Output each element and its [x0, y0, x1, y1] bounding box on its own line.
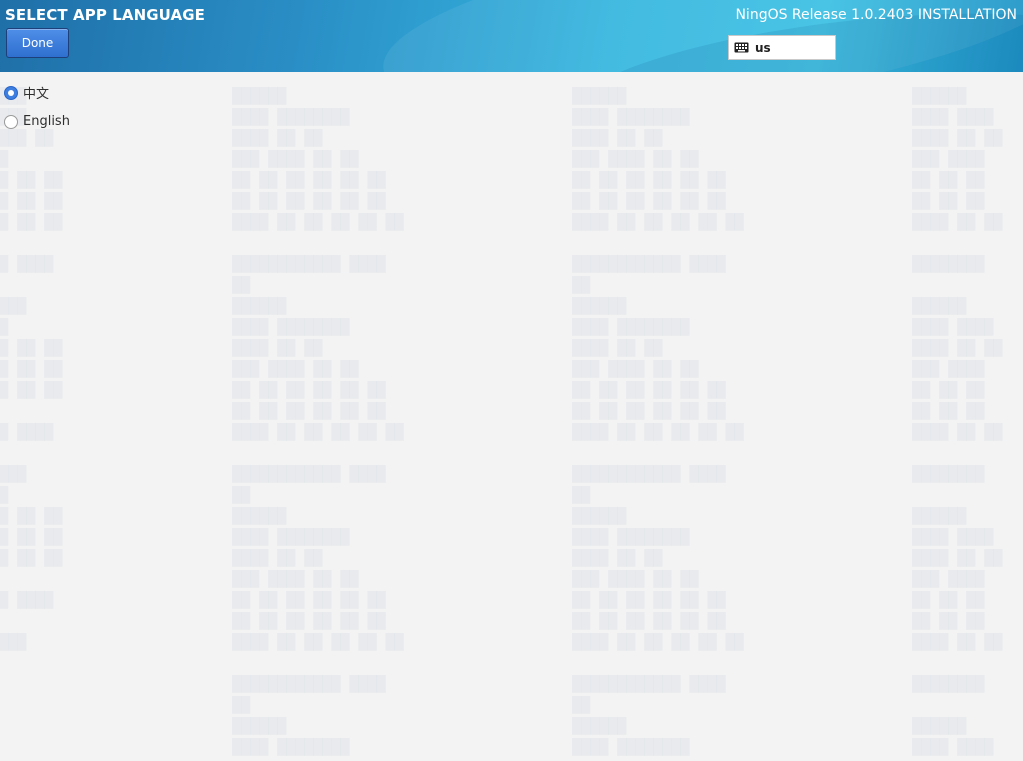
keyboard-icon	[734, 42, 749, 53]
product-title: NingOS Release 1.0.2403 INSTALLATION	[735, 7, 1017, 23]
language-option-english[interactable]: English	[0, 107, 70, 136]
top-bar: SELECT APP LANGUAGE Done NingOS Release …	[0, 0, 1023, 72]
watermark-column: ██████ ████ ████ ████ ██ ██ ███ ████ ██ …	[912, 87, 1003, 756]
keyboard-layout-label: us	[755, 40, 771, 55]
watermark-column: ███ █ █ █ █ █ █ ██ █ ██ ██ █ █ █ █ █ █ ██ ██ ██ █…	[0, 87, 63, 651]
language-label: 中文	[23, 87, 50, 102]
watermark-column: ██████ ████ ████████ ████ ██ ██ ███ ████…	[572, 87, 744, 756]
done-button[interactable]: Done	[6, 28, 69, 58]
keyboard-layout-indicator[interactable]: us	[728, 35, 836, 60]
language-label: English	[23, 114, 70, 129]
radio-button[interactable]	[4, 114, 18, 129]
background-watermark: ███ █ █ █ █ █ █ ██ █ ██ ██ █ █ █ █ █ █ ██ ██ ██ █…	[0, 72, 1023, 761]
page-title: SELECT APP LANGUAGE	[5, 6, 205, 24]
language-option-chinese[interactable]: 中文	[0, 78, 70, 107]
language-list: 中文 English	[0, 78, 70, 136]
watermark-column: ██████ ████ ████████ ████ ██ ██ ███ ████…	[232, 87, 404, 756]
radio-button-selected[interactable]	[4, 85, 18, 100]
